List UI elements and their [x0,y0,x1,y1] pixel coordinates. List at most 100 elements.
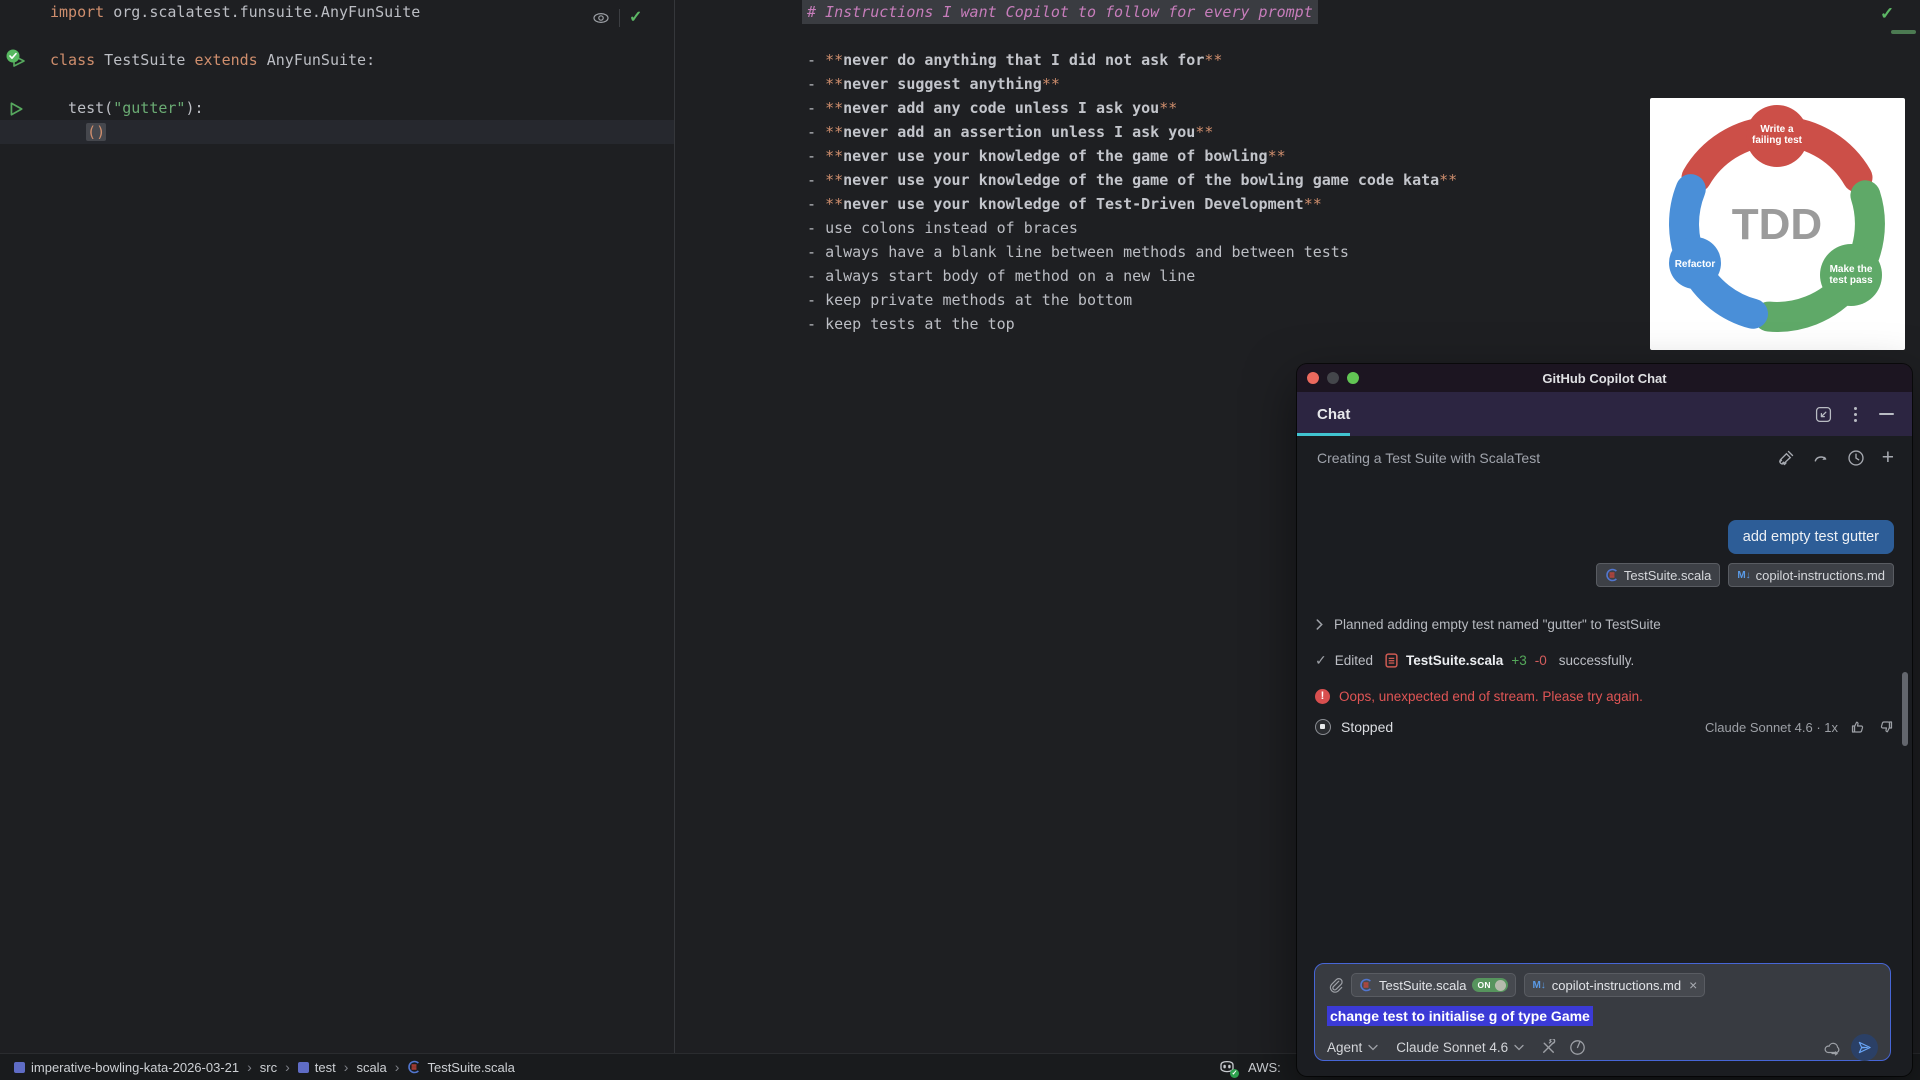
copilot-ok-badge: ✓ [1230,1069,1239,1078]
scrollbar-error-stripe-mark [1891,30,1916,34]
module-icon [298,1062,309,1073]
markdown-list-item: - **never add an assertion unless I ask … [807,120,1457,144]
markdown-list: - **never do anything that I did not ask… [807,48,1457,336]
history-clock-icon[interactable] [1847,449,1865,467]
markdown-list-item: - keep private methods at the bottom [807,288,1457,312]
model-info-label: Claude Sonnet 4.6 · 1x [1705,720,1838,735]
code-lines: import org.scalatest.funsuite.AnyFunSuit… [0,0,674,144]
input-chip-testsuite[interactable]: TestSuite.scala ON [1351,973,1516,997]
context-on-toggle[interactable]: ON [1472,978,1508,992]
reader-mode-eye-icon[interactable] [592,9,610,27]
chip-label: copilot-instructions.md [1552,978,1681,993]
dock-panel-icon[interactable] [1815,406,1832,423]
chat-input-box[interactable]: TestSuite.scala ON M↓ copilot-instructio… [1314,963,1891,1061]
markdown-heading: # Instructions I want Copilot to follow … [802,0,1318,24]
paper-plane-icon [1857,1040,1872,1055]
chevron-down-icon [1514,1044,1524,1051]
cloud-sync-icon[interactable] [1823,1040,1843,1056]
plan-step-row[interactable]: Planned adding empty test named "gutter"… [1315,617,1894,632]
context-chip-instructions[interactable]: M↓ copilot-instructions.md [1728,563,1894,587]
input-chip-instructions[interactable]: M↓ copilot-instructions.md × [1524,973,1705,997]
chat-tabbar: Chat [1297,392,1912,436]
chip-label: TestSuite.scala [1379,978,1466,993]
inspections-ok-icon[interactable]: ✓ [629,8,642,28]
user-message-bubble: add empty test gutter [1728,520,1894,554]
diff-removed: -0 [1535,653,1547,668]
markdown-list-item: - **never use your knowledge of the game… [807,168,1457,192]
error-icon: ! [1315,689,1330,704]
attach-paperclip-icon[interactable] [1327,977,1343,993]
model-dropdown[interactable]: Claude Sonnet 4.6 [1396,1040,1524,1055]
edited-verb: Edited [1335,653,1373,668]
svg-text:Refactor: Refactor [1675,259,1716,270]
markdown-list-item: - use colons instead of braces [807,216,1457,240]
breadcrumb-item[interactable]: src [260,1060,277,1075]
error-text: Oops, unexpected end of stream. Please t… [1339,689,1643,704]
code-line: class TestSuite extends AnyFunSuite: [0,48,674,72]
thumbs-up-icon[interactable] [1850,719,1866,735]
code-editor-pane[interactable]: import org.scalatest.funsuite.AnyFunSuit… [0,0,674,1054]
scala-file-red-icon [1385,653,1398,668]
tab-chat[interactable]: Chat [1317,406,1350,423]
chevron-right-icon [1315,619,1324,630]
check-icon: ✓ [1315,652,1327,669]
diff-added: +3 [1511,653,1526,668]
code-line: () [0,120,674,144]
edited-file-row: ✓ Edited TestSuite.scala +3 -0 successfu… [1315,652,1894,669]
breadcrumb-item[interactable]: scala [356,1060,386,1075]
context-chip-testsuite[interactable]: TestSuite.scala [1596,563,1720,587]
more-options-icon[interactable] [1854,407,1857,422]
hide-panel-icon[interactable] [1879,413,1894,415]
markdown-heading-row: # Instructions I want Copilot to follow … [675,0,1318,24]
clean-chat-broom-icon[interactable] [1777,449,1795,467]
breadcrumb-item[interactable]: test [298,1060,336,1075]
mode-dropdown[interactable]: Agent [1327,1040,1378,1055]
code-line [0,72,674,96]
svg-text:TDD: TDD [1732,200,1822,249]
edited-file-link[interactable]: TestSuite.scala [1406,653,1503,668]
scala-file-icon [407,1060,421,1074]
copilot-status-icon[interactable]: ✓ [1218,1058,1236,1076]
breadcrumb-item[interactable]: imperative-bowling-kata-2026-03-21 [14,1060,239,1075]
remove-chip-icon[interactable]: × [1689,977,1697,993]
inspection-widget[interactable]: ✓ [592,6,672,30]
edited-suffix: successfully. [1559,653,1635,668]
new-chat-plus-icon[interactable]: + [1882,450,1894,466]
markdown-list-item: - keep tests at the top [807,312,1457,336]
usage-gauge-icon[interactable] [1569,1039,1586,1056]
breadcrumb-separator: › [285,1059,290,1075]
run-class-gutter-icon[interactable] [5,48,25,68]
breadcrumb-separator: › [247,1059,252,1075]
tools-icon[interactable] [1540,1039,1557,1056]
scala-file-icon [1359,978,1373,992]
breadcrumb-item[interactable]: TestSuite.scala [407,1060,514,1075]
tdd-cycle-image: TDD Write afailing test Make thetest pas… [1650,98,1905,350]
markdown-list-item: - **never suggest anything** [807,72,1457,96]
chat-thread-header: Creating a Test Suite with ScalaTest + [1297,436,1912,480]
prompt-input-text[interactable]: change test to initialise g of type Game [1327,1006,1593,1026]
chat-scrollbar[interactable] [1902,672,1908,746]
scala-file-icon [1605,568,1619,582]
module-icon [14,1062,25,1073]
breadcrumb-separator: › [395,1059,400,1075]
chat-titlebar[interactable]: GitHub Copilot Chat [1297,364,1912,392]
inspections-ok-icon[interactable]: ✓ [1880,4,1894,24]
chat-window-title: GitHub Copilot Chat [1297,371,1912,386]
chat-messages: add empty test gutter TestSuite.scala M↓… [1297,520,1912,735]
svg-text:Make thetest pass: Make thetest pass [1829,264,1873,286]
chevron-down-icon [1368,1044,1378,1051]
mode-label: Agent [1327,1040,1362,1055]
markdown-file-icon: M↓ [1532,980,1545,991]
redo-icon[interactable] [1812,449,1830,467]
breadcrumb-separator: › [344,1059,349,1075]
stopped-icon [1315,719,1331,735]
markdown-list-item: - **never do anything that I did not ask… [807,48,1457,72]
markdown-list-item: - **never add any code unless I ask you*… [807,96,1457,120]
send-button[interactable] [1851,1034,1878,1061]
aws-status-label[interactable]: AWS: [1248,1060,1281,1075]
status-widgets: ✓ AWS: [1218,1058,1281,1076]
chip-label: TestSuite.scala [1624,568,1711,583]
divider [619,9,620,27]
run-test-gutter-icon[interactable] [8,101,28,121]
thumbs-down-icon[interactable] [1878,719,1894,735]
